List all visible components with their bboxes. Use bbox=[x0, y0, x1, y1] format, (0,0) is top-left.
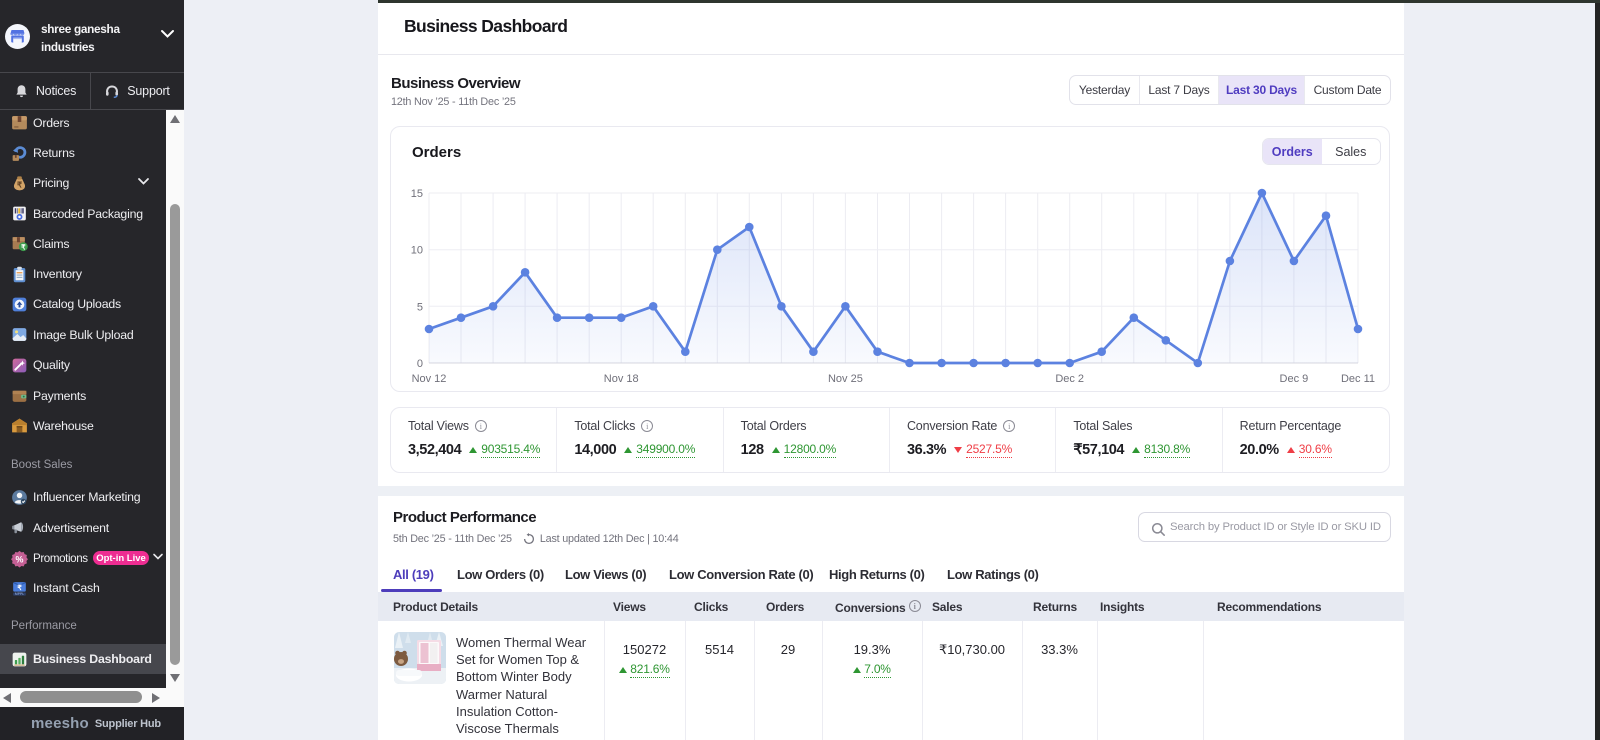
svg-text:Dec 9: Dec 9 bbox=[1280, 373, 1309, 385]
svg-text:₹: ₹ bbox=[21, 244, 26, 252]
svg-text:MPPL: MPPL bbox=[15, 592, 24, 596]
svg-text:Nov 12: Nov 12 bbox=[412, 373, 447, 385]
svg-text:Nov 18: Nov 18 bbox=[604, 373, 639, 385]
svg-text:5: 5 bbox=[417, 301, 423, 313]
svg-text:Nov 25: Nov 25 bbox=[828, 373, 863, 385]
svg-text:Dec 11: Dec 11 bbox=[1341, 373, 1375, 385]
svg-text:₹: ₹ bbox=[17, 584, 22, 592]
svg-text:₹: ₹ bbox=[17, 180, 22, 189]
svg-text:0: 0 bbox=[417, 358, 423, 370]
svg-text:Dec 2: Dec 2 bbox=[1055, 373, 1084, 385]
svg-text:15: 15 bbox=[411, 188, 423, 200]
svg-text:%: % bbox=[16, 554, 24, 564]
svg-text:10: 10 bbox=[411, 245, 423, 257]
